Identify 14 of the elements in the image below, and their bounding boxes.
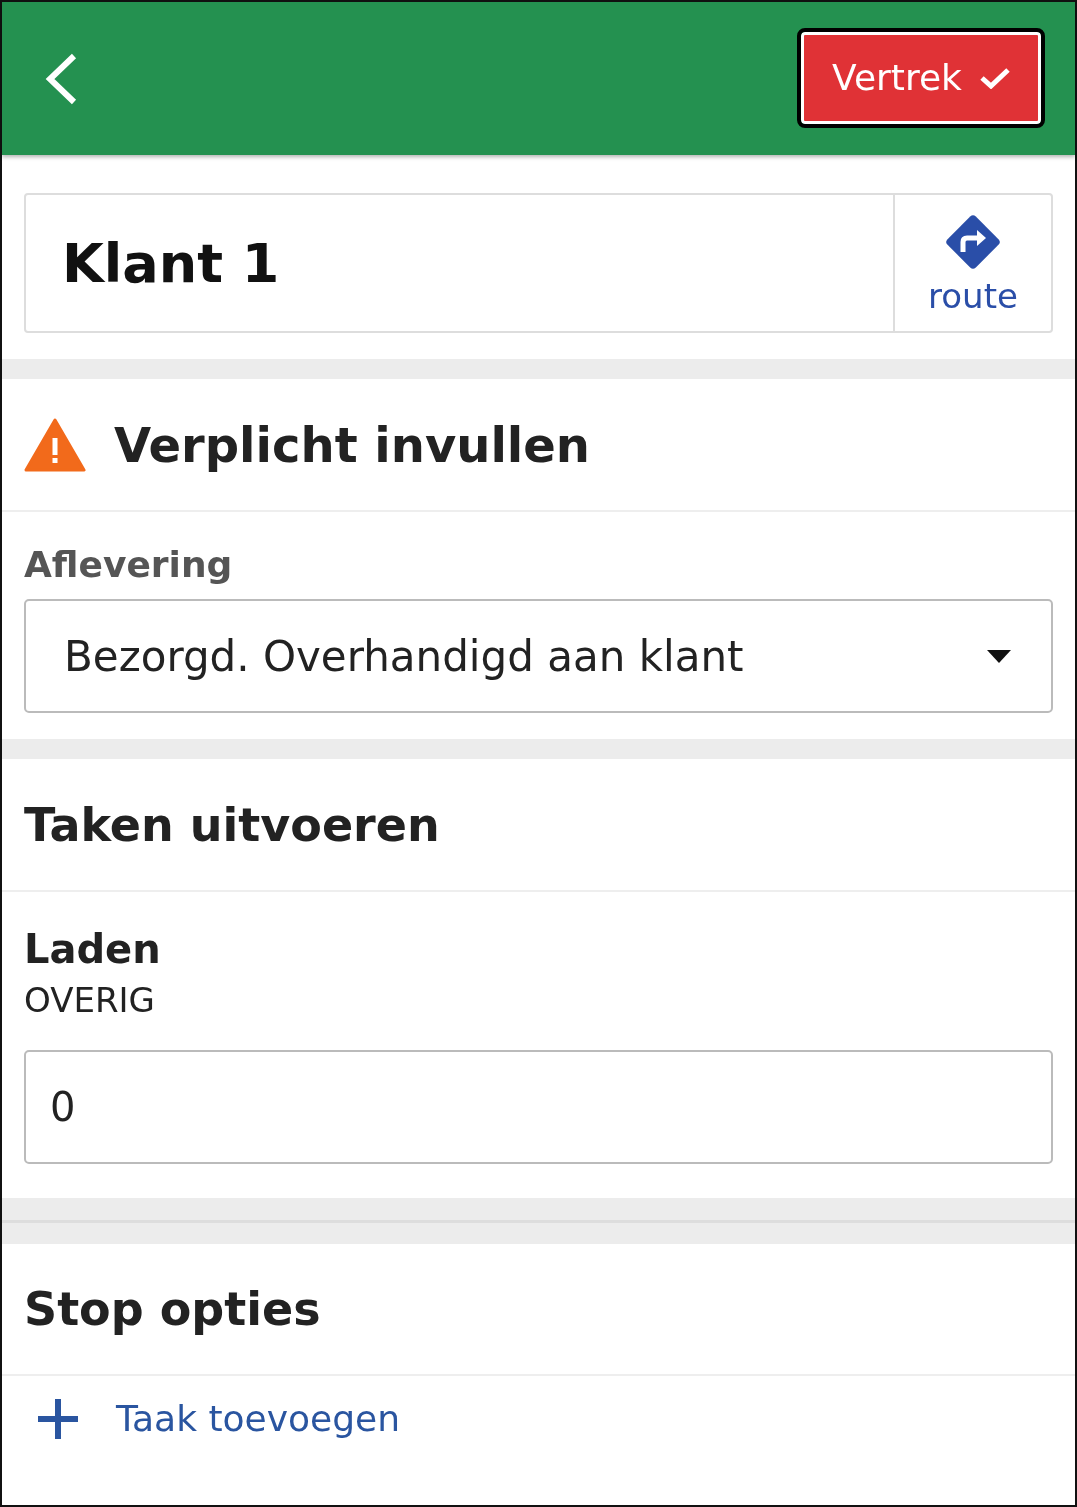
section-title: Taken uitvoeren bbox=[24, 797, 440, 852]
quantity-field[interactable]: 0 bbox=[24, 1050, 1053, 1164]
add-task-link[interactable]: Taak toevoegen bbox=[116, 1398, 401, 1439]
delivery-dropdown[interactable]: Bezorgd. Overhandigd aan klant bbox=[24, 599, 1053, 713]
alert-title: Verplicht invullen bbox=[114, 416, 590, 473]
check-icon bbox=[979, 66, 1010, 89]
task-name: Laden bbox=[24, 926, 161, 972]
caret-icon bbox=[987, 649, 1011, 663]
task-category: OVERIG bbox=[24, 980, 155, 1020]
customer-name: Klant 1 bbox=[62, 231, 280, 295]
warning-icon bbox=[24, 417, 86, 472]
plus-icon[interactable] bbox=[38, 1398, 78, 1439]
field-label: Aflevering bbox=[24, 544, 233, 585]
section-title: Stop opties bbox=[24, 1282, 321, 1336]
